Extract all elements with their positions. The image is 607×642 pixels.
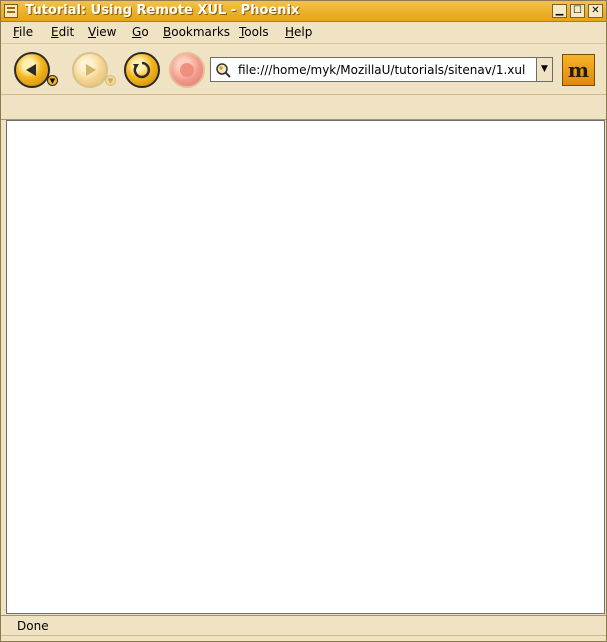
menu-tools[interactable]: Tools (239, 25, 269, 39)
title-bar[interactable]: Tutorial: Using Remote XUL - Phoenix ▁ ☐… (1, 1, 606, 22)
menu-bookmarks[interactable]: Bookmarks (163, 25, 230, 39)
menu-file[interactable]: File (13, 25, 33, 39)
back-button[interactable] (14, 52, 50, 88)
url-text: file:///home/myk/MozillaU/tutorials/site… (238, 63, 526, 77)
window-bottom-edge (1, 635, 606, 641)
close-button[interactable]: ✕ (588, 4, 603, 18)
stop-button[interactable] (169, 52, 205, 88)
menu-help[interactable]: Help (285, 25, 312, 39)
throbber-logo-icon[interactable]: m (562, 54, 595, 86)
page-proxy-icon[interactable] (215, 62, 231, 78)
menu-bar: File Edit View Go Bookmarks Tools Help (1, 22, 606, 44)
forward-history-dropdown[interactable]: ▼ (105, 75, 116, 86)
personal-toolbar (1, 96, 606, 120)
status-bar: Done (1, 615, 606, 635)
forward-arrow-icon (86, 64, 96, 76)
url-history-dropdown[interactable]: ▼ (536, 57, 553, 82)
reload-button[interactable] (124, 52, 160, 88)
minimize-button[interactable]: ▁ (552, 4, 567, 18)
window-menu-icon[interactable] (4, 4, 18, 18)
menu-view[interactable]: View (88, 25, 116, 39)
menu-go[interactable]: Go (132, 25, 149, 39)
status-text: Done (17, 619, 49, 633)
forward-button[interactable] (72, 52, 108, 88)
menu-edit[interactable]: Edit (51, 25, 74, 39)
maximize-button[interactable]: ☐ (570, 4, 585, 18)
navigation-toolbar: ▼ ▼ file:///home/myk/MozillaU/tutorials/… (1, 45, 606, 95)
location-bar[interactable]: file:///home/myk/MozillaU/tutorials/site… (210, 57, 553, 82)
content-area[interactable] (6, 120, 605, 614)
reload-icon (133, 61, 151, 79)
back-arrow-icon (26, 64, 36, 76)
stop-icon (180, 63, 194, 77)
back-history-dropdown[interactable]: ▼ (47, 75, 58, 86)
url-input[interactable]: file:///home/myk/MozillaU/tutorials/site… (210, 57, 536, 82)
browser-window: Tutorial: Using Remote XUL - Phoenix ▁ ☐… (0, 0, 607, 642)
window-title: Tutorial: Using Remote XUL - Phoenix (25, 3, 300, 18)
